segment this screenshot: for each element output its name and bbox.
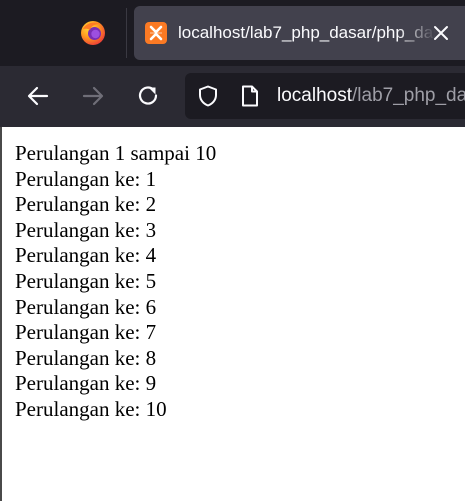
firefox-icon[interactable] <box>80 20 106 46</box>
heading-line: Perulangan 1 sampai 10 <box>15 141 217 165</box>
loop-line: Perulangan ke: 8 <box>15 345 157 370</box>
loop-line: Perulangan ke: 9 <box>15 371 157 396</box>
page-icon[interactable] <box>239 84 261 108</box>
loop-line: Perulangan ke: 2 <box>15 192 157 217</box>
forward-arrow-icon[interactable] <box>79 82 107 110</box>
address-bar[interactable]: localhost/lab7_php_dasar/php_dasar <box>185 73 465 119</box>
url-path: /lab7_php_dasar/php_dasar <box>352 85 465 106</box>
loop-line: Perulangan ke: 7 <box>15 320 157 345</box>
tab-separator <box>126 8 127 58</box>
tab-title: localhost/lab7_php_dasar/php_dasar <box>178 23 436 42</box>
url-text[interactable]: localhost/lab7_php_dasar/php_dasar <box>277 84 465 108</box>
url-host: localhost <box>277 85 352 106</box>
reload-icon[interactable] <box>134 82 162 110</box>
loop-line: Perulangan ke: 1 <box>15 166 157 191</box>
loop-line: Perulangan ke: 10 <box>15 396 167 421</box>
tab-active[interactable]: localhost/lab7_php_dasar/php_dasar <box>134 6 465 60</box>
close-icon[interactable] <box>430 22 452 44</box>
shield-icon[interactable] <box>196 84 220 108</box>
tab-strip: localhost/lab7_php_dasar/php_dasar <box>0 0 465 66</box>
xampp-icon <box>145 22 167 44</box>
navigation-toolbar: localhost/lab7_php_dasar/php_dasar <box>0 66 465 127</box>
page-content: Perulangan 1 sampai 10 Perulangan ke: 1 … <box>0 127 465 501</box>
loop-line: Perulangan ke: 3 <box>15 217 157 242</box>
loop-line: Perulangan ke: 5 <box>15 268 157 293</box>
back-arrow-icon[interactable] <box>24 82 52 110</box>
output-lines: Perulangan 1 sampai 10 Perulangan ke: 1 … <box>15 141 216 423</box>
loop-line: Perulangan ke: 4 <box>15 243 157 268</box>
loop-line: Perulangan ke: 6 <box>15 294 157 319</box>
